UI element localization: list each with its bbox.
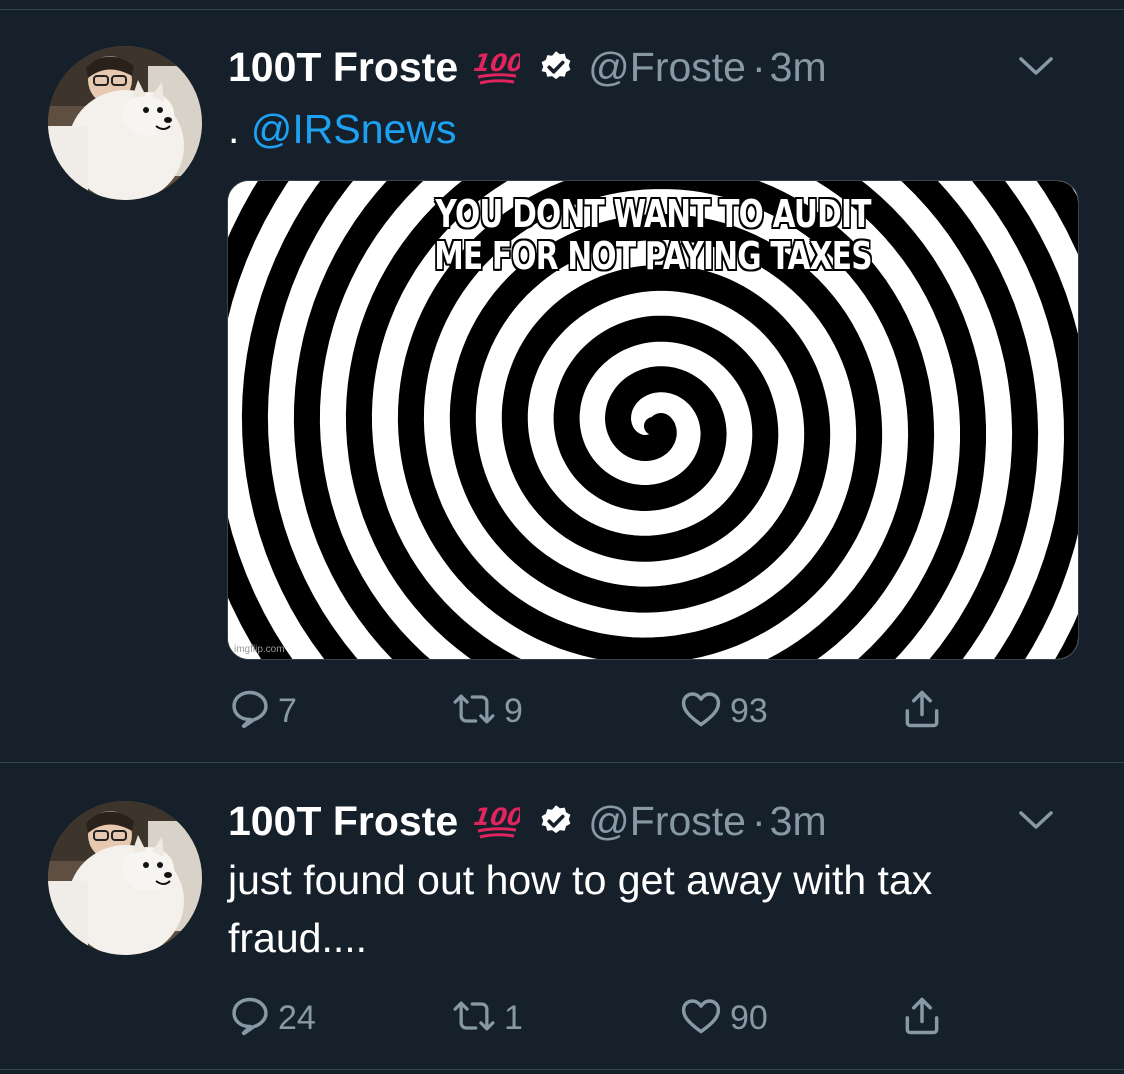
tweet[interactable]: 100T Froste 100 @Froste · 3m just found …	[0, 763, 1124, 1070]
heart-icon	[678, 994, 724, 1043]
tweet-text: . @IRSnews	[228, 100, 1068, 158]
mention-link[interactable]: @IRSnews	[251, 106, 457, 152]
avatar[interactable]	[48, 801, 202, 955]
reply-button[interactable]: 7	[228, 686, 297, 736]
retweet-count: 9	[504, 691, 523, 730]
speech-bubble-icon	[228, 994, 272, 1043]
retweet-icon	[450, 994, 498, 1043]
separator-dot: ·	[751, 43, 766, 90]
display-name[interactable]: 100T Froste	[228, 44, 458, 91]
tweet[interactable]: 100T Froste 100 @Froste · 3m . @IRSnews	[0, 10, 1124, 763]
like-button[interactable]: 90	[678, 993, 768, 1043]
reply-count: 7	[278, 691, 297, 730]
display-name[interactable]: 100T Froste	[228, 798, 458, 845]
share-button[interactable]	[900, 993, 944, 1043]
chevron-down-icon[interactable]	[1016, 806, 1056, 839]
tweet-text-prefix: .	[228, 106, 251, 152]
like-count: 90	[730, 998, 768, 1037]
separator-dot: ·	[751, 797, 766, 844]
avatar[interactable]	[48, 46, 202, 200]
svg-text:100: 100	[474, 49, 520, 77]
handle[interactable]: @Froste	[588, 798, 746, 845]
timestamp[interactable]: 3m	[770, 798, 827, 845]
reply-button[interactable]: 24	[228, 993, 316, 1043]
like-count: 93	[730, 691, 768, 730]
spiral-center	[644, 417, 662, 435]
share-icon	[900, 993, 944, 1044]
chevron-down-icon[interactable]	[1016, 52, 1056, 85]
tweet-actions: 24 1 90	[228, 993, 988, 1043]
heart-icon	[678, 687, 724, 736]
retweet-icon	[450, 687, 498, 736]
retweet-count: 1	[504, 998, 523, 1037]
meme-caption-line: YOU DONT WANT TO AUDIT	[435, 192, 871, 236]
reply-count: 24	[278, 998, 316, 1037]
verified-badge-icon	[538, 803, 574, 839]
meme-caption: YOU DONT WANT TO AUDIT ME FOR NOT PAYING…	[322, 193, 985, 277]
speech-bubble-icon	[228, 687, 272, 736]
tweet-actions: 7 9 93	[228, 686, 988, 736]
tweet-image[interactable]: YOU DONT WANT TO AUDIT ME FOR NOT PAYING…	[227, 180, 1079, 660]
image-watermark: imgflip.com	[234, 644, 285, 655]
like-button[interactable]: 93	[678, 686, 768, 736]
hundred-emoji-icon: 100	[474, 47, 520, 87]
tweet-header: 100T Froste 100 @Froste · 3m	[228, 796, 1084, 846]
handle[interactable]: @Froste	[588, 44, 746, 91]
hundred-emoji-icon: 100	[474, 801, 520, 841]
svg-text:100: 100	[474, 803, 520, 831]
verified-badge-icon	[538, 49, 574, 85]
tweet-header: 100T Froste 100 @Froste · 3m	[228, 42, 1084, 92]
meme-caption-line: ME FOR NOT PAYING TAXES	[434, 234, 872, 278]
retweet-button[interactable]: 1	[450, 993, 523, 1043]
timestamp[interactable]: 3m	[770, 44, 827, 91]
share-button[interactable]	[900, 686, 944, 736]
share-icon	[900, 686, 944, 737]
retweet-button[interactable]: 9	[450, 686, 523, 736]
tweet-text: just found out how to get away with tax …	[228, 857, 933, 961]
